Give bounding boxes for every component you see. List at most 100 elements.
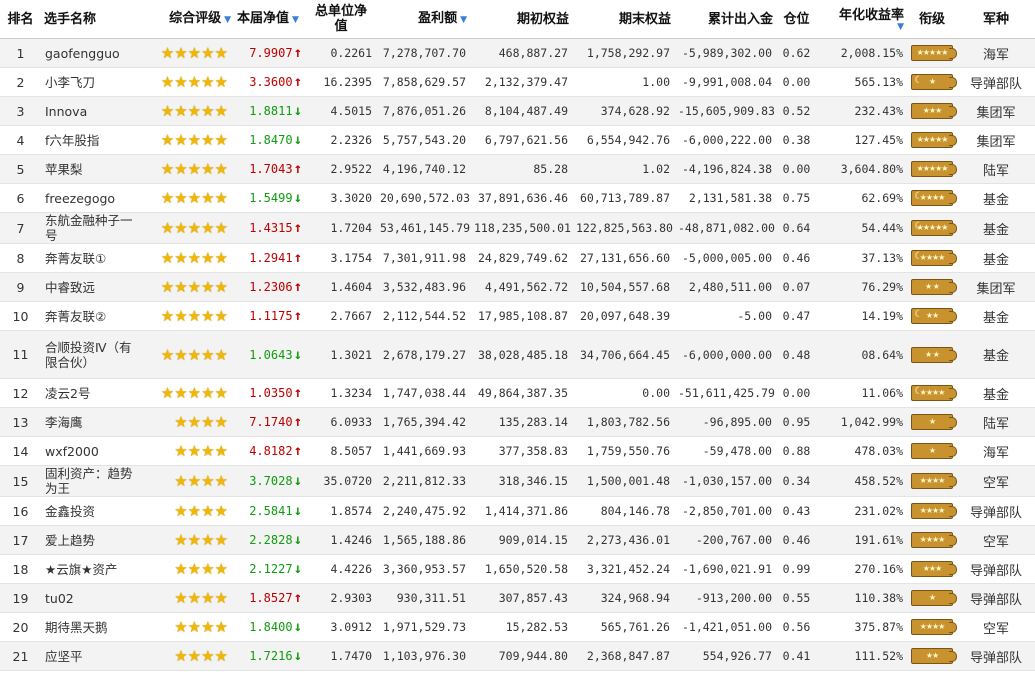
sort-down-icon[interactable]: ▼ bbox=[820, 22, 904, 31]
table-row[interactable]: 1 gaofengguo ★★★★★ 7.9907↑ 0.2261 7,278,707.7… bbox=[0, 38, 1035, 68]
start-equity-cell: 38,028,485.18 bbox=[470, 330, 572, 379]
table-row[interactable]: 9 中睿致远 ★★★★★ 1.2306↑ 1.4604 3,532,483.96 4,491… bbox=[0, 272, 1035, 302]
player-name-link[interactable]: 小李飞刀 bbox=[41, 67, 139, 97]
star-icon: ★ bbox=[187, 160, 202, 178]
player-name-link[interactable]: 李海鹰 bbox=[41, 407, 139, 437]
star-icon: ★ bbox=[160, 219, 175, 237]
player-name-link[interactable]: Innova bbox=[41, 96, 139, 126]
table-row[interactable]: 19 tu02 ★★★★ 1.8527↑ 2.9303 930,311.51 307,857… bbox=[0, 583, 1035, 613]
player-name-link[interactable]: 金鑫投资 bbox=[41, 496, 139, 526]
table-row[interactable]: 5 苹果梨 ★★★★★ 1.7043↑ 2.9522 4,196,740.12 85.28 1… bbox=[0, 154, 1035, 184]
header-nav[interactable]: 本届净值 ▼ bbox=[234, 0, 306, 39]
player-name-link[interactable]: wxf2000 bbox=[41, 436, 139, 466]
nav-cell: 1.5499↓ bbox=[234, 183, 306, 213]
grade-cell: ★★★★ bbox=[907, 496, 957, 526]
header-profit[interactable]: 盈利额 ▼ bbox=[376, 0, 470, 39]
rank-cell: 9 bbox=[0, 272, 41, 302]
cum-flow-cell: -6,000,000.00 bbox=[674, 330, 776, 379]
military-rank-badge-icon: ★★ bbox=[911, 308, 957, 325]
end-equity-cell: 34,706,664.45 bbox=[572, 330, 674, 379]
table-row[interactable]: 20 期待黑天鹅 ★★★★ 1.8400↓ 3.0912 1,971,529.73 15,2… bbox=[0, 612, 1035, 642]
cum-flow-cell: -5.00 bbox=[674, 301, 776, 331]
player-name-link[interactable]: 凌云2号 bbox=[41, 378, 139, 408]
military-rank-badge-icon: ★★★ bbox=[911, 561, 957, 578]
profit-cell: 7,301,911.98 bbox=[376, 243, 470, 273]
table-row[interactable]: 7 东航金融种子一号 ★★★★★ 1.4315↑ 1.7204 53,461,145.79… bbox=[0, 212, 1035, 244]
annual-return-cell: 11.06% bbox=[817, 378, 907, 408]
position-cell: 0.52 bbox=[776, 96, 817, 126]
start-equity-cell: 37,891,636.46 bbox=[470, 183, 572, 213]
end-equity-cell: 1,500,001.48 bbox=[572, 465, 674, 497]
table-row[interactable]: 17 爱上趋势 ★★★★ 2.2828↓ 1.4246 1,565,188.86 909,0… bbox=[0, 525, 1035, 555]
cum-flow-cell: -4,196,824.38 bbox=[674, 154, 776, 184]
sort-down-icon[interactable]: ▼ bbox=[460, 15, 467, 25]
cum-flow-cell: -1,690,021.91 bbox=[674, 554, 776, 584]
player-name-link[interactable]: 奔菁友联② bbox=[41, 301, 139, 331]
player-name-link[interactable]: 应坚平 bbox=[41, 641, 139, 671]
header-annual-return[interactable]: 年化收益率 ▼ bbox=[817, 0, 907, 39]
star-icon: ★ bbox=[174, 307, 188, 325]
player-name-link[interactable]: 奔菁友联① bbox=[41, 243, 139, 273]
table-row[interactable]: 15 固利资产：趋势为王 ★★★★ 3.7028↓ 35.0720 2,211,812.3… bbox=[0, 465, 1035, 497]
player-name-link[interactable]: 爱上趋势 bbox=[41, 525, 139, 555]
player-name-link[interactable]: 东航金融种子一号 bbox=[41, 212, 139, 244]
player-name-link[interactable]: freezegogo bbox=[41, 183, 139, 213]
start-equity-cell: 709,944.80 bbox=[470, 641, 572, 671]
nav-cell: 1.0643↓ bbox=[234, 330, 306, 379]
header-branch: 军种 bbox=[957, 0, 1035, 39]
grade-cell: ★★★★★ bbox=[907, 212, 957, 244]
table-row[interactable]: 10 奔菁友联② ★★★★★ 1.1175↑ 2.7667 2,112,544.52 17,… bbox=[0, 301, 1035, 331]
table-row[interactable]: 12 凌云2号 ★★★★★ 1.0350↑ 1.3234 1,747,038.44 49,8… bbox=[0, 378, 1035, 408]
star-icon: ★ bbox=[214, 589, 228, 607]
end-equity-cell: 1,803,782.56 bbox=[572, 407, 674, 437]
branch-cell: 基金 bbox=[957, 212, 1035, 244]
player-name-link[interactable]: f六年股指 bbox=[41, 125, 139, 155]
player-name-link[interactable]: ★云旗★资产 bbox=[41, 554, 139, 584]
star-icon: ★ bbox=[214, 472, 228, 490]
rank-cell: 12 bbox=[0, 378, 41, 408]
player-name-link[interactable]: tu02 bbox=[41, 583, 139, 613]
nav-cell: 1.8527↑ bbox=[234, 583, 306, 613]
rank-cell: 20 bbox=[0, 612, 41, 642]
end-equity-cell: 6,554,942.76 bbox=[572, 125, 674, 155]
table-row[interactable]: 21 应坚平 ★★★★ 1.7216↓ 1.7470 1,103,976.30 709,94… bbox=[0, 641, 1035, 671]
table-row[interactable]: 4 f六年股指 ★★★★★ 1.8470↓ 2.2326 5,757,543.20 6,79… bbox=[0, 125, 1035, 155]
player-name-link[interactable]: 固利资产：趋势为王 bbox=[41, 465, 139, 497]
player-name-link[interactable]: 合顺投资Ⅳ（有限合伙） bbox=[41, 330, 139, 379]
player-name-link[interactable]: gaofengguo bbox=[41, 38, 139, 68]
military-rank-badge-icon: ★★★★★ bbox=[911, 132, 957, 149]
star-icon: ★ bbox=[214, 345, 228, 364]
star-icon: ★ bbox=[201, 249, 215, 267]
nav-cell: 1.2941↑ bbox=[234, 243, 306, 273]
sort-down-icon[interactable]: ▼ bbox=[292, 15, 299, 25]
end-equity-cell: 1,758,292.97 bbox=[572, 38, 674, 68]
cum-flow-cell: -1,030,157.00 bbox=[674, 465, 776, 497]
profit-cell: 1,971,529.73 bbox=[376, 612, 470, 642]
header-rating[interactable]: 综合评级 ▼ bbox=[139, 0, 234, 39]
table-row[interactable]: 13 李海鹰 ★★★★ 7.1740↑ 6.0933 1,765,394.42 135,28… bbox=[0, 407, 1035, 437]
nav-cell: 3.7028↓ bbox=[234, 465, 306, 497]
star-icon: ★ bbox=[160, 102, 175, 120]
table-row[interactable]: 14 wxf2000 ★★★★ 4.8182↑ 8.5057 1,441,669.93 37… bbox=[0, 436, 1035, 466]
rating-stars: ★★★★ bbox=[139, 436, 234, 466]
profit-cell: 1,565,188.86 bbox=[376, 525, 470, 555]
table-row[interactable]: 11 合顺投资Ⅳ（有限合伙） ★★★★★ 1.0643↓ 1.3021 2,678,179… bbox=[0, 330, 1035, 379]
table-row[interactable]: 2 小李飞刀 ★★★★★ 3.3600↑ 16.2395 7,858,629.57 2,13… bbox=[0, 67, 1035, 97]
player-name-link[interactable]: 期待黑天鹅 bbox=[41, 612, 139, 642]
table-row[interactable]: 8 奔菁友联① ★★★★★ 1.2941↑ 3.1754 7,301,911.98 24,8… bbox=[0, 243, 1035, 273]
player-name-link[interactable]: 中睿致远 bbox=[41, 272, 139, 302]
table-row[interactable]: 18 ★云旗★资产 ★★★★ 2.1227↓ 4.4226 3,360,953.57 1,6… bbox=[0, 554, 1035, 584]
star-icon: ★ bbox=[174, 472, 188, 490]
table-row[interactable]: 16 金鑫投资 ★★★★ 2.5841↓ 1.8574 2,240,475.92 1,414… bbox=[0, 496, 1035, 526]
start-equity-cell: 8,104,487.49 bbox=[470, 96, 572, 126]
sort-down-icon[interactable]: ▼ bbox=[224, 15, 231, 25]
start-equity-cell: 49,864,387.35 bbox=[470, 378, 572, 408]
annual-return-cell: 191.61% bbox=[817, 525, 907, 555]
star-icon: ★ bbox=[201, 102, 215, 120]
end-equity-cell: 1.00 bbox=[572, 67, 674, 97]
rating-stars: ★★★★ bbox=[139, 612, 234, 642]
table-row[interactable]: 3 Innova ★★★★★ 1.8811↓ 4.5015 7,876,051.26 8,1… bbox=[0, 96, 1035, 126]
table-row[interactable]: 6 freezegogo ★★★★★ 1.5499↓ 3.3020 20,690,572.… bbox=[0, 183, 1035, 213]
player-name-link[interactable]: 苹果梨 bbox=[41, 154, 139, 184]
start-equity-cell: 307,857.43 bbox=[470, 583, 572, 613]
